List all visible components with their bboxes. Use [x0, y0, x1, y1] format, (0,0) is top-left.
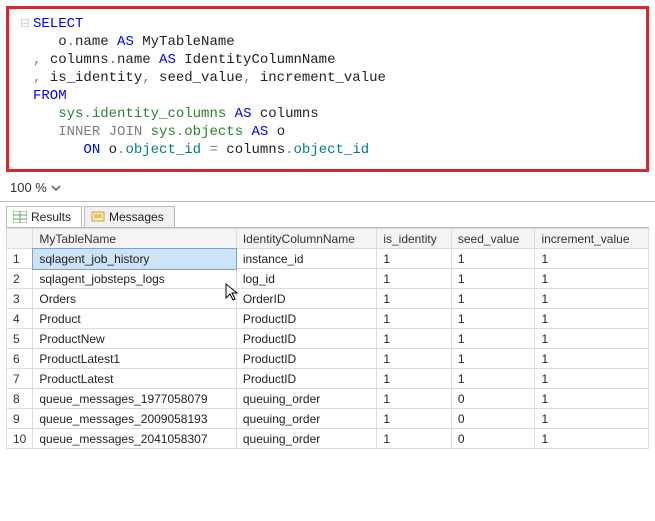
- table-row[interactable]: 9 queue_messages_2009058193 queuing_orde…: [7, 409, 649, 429]
- results-grid[interactable]: MyTableName IdentityColumnName is_identi…: [6, 228, 649, 449]
- col-header[interactable]: increment_value: [535, 229, 649, 249]
- col-header[interactable]: IdentityColumnName: [236, 229, 376, 249]
- table-row[interactable]: 1 sqlagent_job_history instance_id 1 1 1: [7, 249, 649, 269]
- col-header[interactable]: MyTableName: [33, 229, 236, 249]
- zoom-level[interactable]: 100 %: [6, 178, 51, 197]
- tab-results-label: Results: [31, 210, 71, 224]
- table-row[interactable]: 6 ProductLatest1 ProductID 1 1 1: [7, 349, 649, 369]
- cursor-icon: [224, 282, 240, 302]
- grid-icon: [13, 211, 27, 223]
- table-row[interactable]: 5 ProductNew ProductID 1 1 1: [7, 329, 649, 349]
- col-header[interactable]: is_identity: [377, 229, 452, 249]
- cell[interactable]: 1: [377, 249, 452, 269]
- keyword: SELECT: [33, 16, 83, 32]
- table-row[interactable]: 3 Orders OrderID 1 1 1: [7, 289, 649, 309]
- chevron-down-icon[interactable]: [51, 184, 61, 192]
- table-row[interactable]: 2 sqlagent_jobsteps_logs log_id 1 1 1: [7, 269, 649, 289]
- cell[interactable]: instance_id: [236, 249, 376, 269]
- table-row[interactable]: 7 ProductLatest ProductID 1 1 1: [7, 369, 649, 389]
- message-icon: [91, 211, 105, 223]
- tab-results[interactable]: Results: [6, 206, 82, 227]
- header-row: MyTableName IdentityColumnName is_identi…: [7, 229, 649, 249]
- tab-messages[interactable]: Messages: [84, 206, 175, 227]
- table-row[interactable]: 10 queue_messages_2041058307 queuing_ord…: [7, 429, 649, 449]
- cell[interactable]: sqlagent_job_history: [33, 249, 236, 269]
- cell[interactable]: 1: [451, 249, 535, 269]
- gutter-collapse-icon[interactable]: ⊟: [17, 15, 33, 33]
- col-header[interactable]: seed_value: [451, 229, 535, 249]
- zoom-bar: 100 %: [0, 176, 655, 202]
- result-tabs: Results Messages: [0, 202, 655, 227]
- row-number[interactable]: 1: [7, 249, 33, 269]
- table-row[interactable]: 4 Product ProductID 1 1 1: [7, 309, 649, 329]
- cell[interactable]: 1: [535, 249, 649, 269]
- sql-editor[interactable]: ⊟SELECT o.name AS MyTableName , columns.…: [6, 6, 649, 172]
- tab-messages-label: Messages: [109, 210, 164, 224]
- table-row[interactable]: 8 queue_messages_1977058079 queuing_orde…: [7, 389, 649, 409]
- gutter: [17, 33, 33, 51]
- results-grid-container: MyTableName IdentityColumnName is_identi…: [6, 227, 649, 449]
- corner-cell[interactable]: [7, 229, 33, 249]
